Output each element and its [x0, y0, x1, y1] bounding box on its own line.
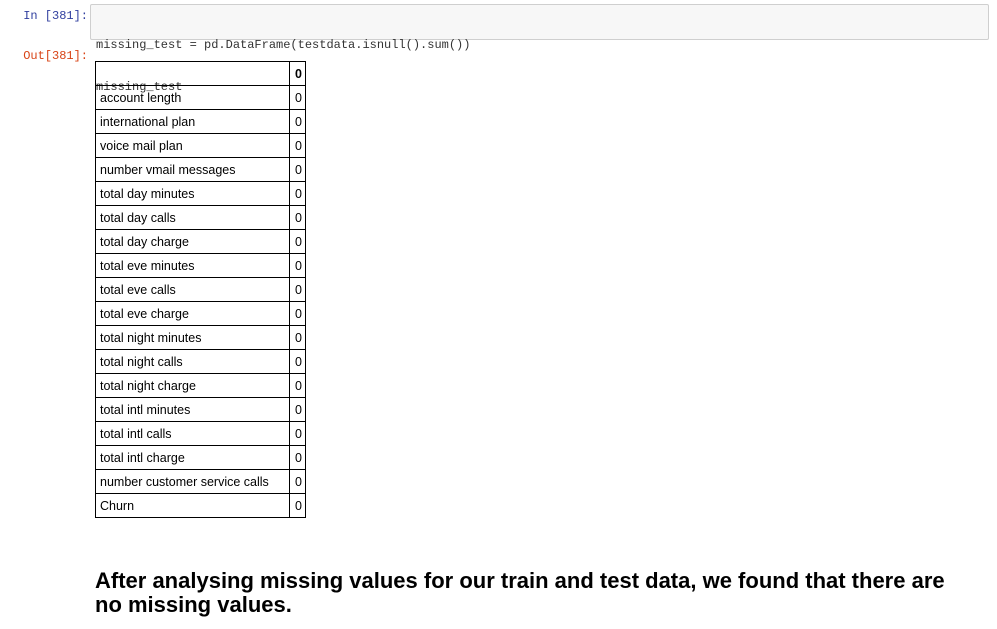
row-index-label: account length [95, 85, 290, 110]
code-cell-editor[interactable]: missing_test = pd.DataFrame(testdata.isn… [90, 4, 989, 94]
row-value-cell: 0 [289, 109, 306, 134]
markdown-conclusion-text: After analysing missing values for our t… [95, 568, 945, 617]
table-row: total day calls 0 [95, 205, 306, 230]
row-value-cell: 0 [289, 85, 306, 110]
output-prompt: Out[381]: [23, 49, 88, 63]
row-value-cell: 0 [289, 253, 306, 278]
row-index-label: total eve charge [95, 301, 290, 326]
row-value-cell: 0 [289, 397, 306, 422]
row-index-label: total intl minutes [95, 397, 290, 422]
column-header-cell: 0 [289, 61, 306, 86]
table-row: total intl minutes 0 [95, 397, 306, 422]
row-value-cell: 0 [289, 229, 306, 254]
table-row: Churn 0 [95, 493, 306, 518]
row-index-label: number vmail messages [95, 157, 290, 182]
table-row: international plan 0 [95, 109, 306, 134]
row-index-label: total day minutes [95, 181, 290, 206]
row-index-label: Churn [95, 493, 290, 518]
table-row: total day charge 0 [95, 229, 306, 254]
row-value-cell: 0 [289, 133, 306, 158]
row-value-cell: 0 [289, 445, 306, 470]
table-row: total day minutes 0 [95, 181, 306, 206]
table-body: account length 0 international plan 0 voice … [95, 85, 306, 518]
table-row: total eve minutes 0 [95, 253, 306, 278]
row-value-cell: 0 [289, 421, 306, 446]
row-index-label: total eve calls [95, 277, 290, 302]
row-value-cell: 0 [289, 469, 306, 494]
row-value-cell: 0 [289, 493, 306, 518]
row-index-label: number customer service calls [95, 469, 290, 494]
code-line: missing_test = pd.DataFrame(testdata.isn… [96, 38, 471, 52]
row-index-label: total day charge [95, 229, 290, 254]
row-value-cell: 0 [289, 325, 306, 350]
row-index-label: total eve minutes [95, 253, 290, 278]
row-value-cell: 0 [289, 349, 306, 374]
index-header-cell [95, 61, 290, 86]
table-row: total eve charge 0 [95, 301, 306, 326]
row-index-label: voice mail plan [95, 133, 290, 158]
table-row: total eve calls 0 [95, 277, 306, 302]
table-row: number customer service calls 0 [95, 469, 306, 494]
row-value-cell: 0 [289, 277, 306, 302]
table-row: account length 0 [95, 85, 306, 110]
row-index-label: total day calls [95, 205, 290, 230]
table-row: total night charge 0 [95, 373, 306, 398]
table-row: total intl calls 0 [95, 421, 306, 446]
row-index-label: international plan [95, 109, 290, 134]
row-value-cell: 0 [289, 301, 306, 326]
row-index-label: total night calls [95, 349, 290, 374]
row-value-cell: 0 [289, 181, 306, 206]
table-row: total night calls 0 [95, 349, 306, 374]
row-index-label: total night charge [95, 373, 290, 398]
table-header-row: 0 [95, 61, 306, 86]
table-row: number vmail messages 0 [95, 157, 306, 182]
table-row: total night minutes 0 [95, 325, 306, 350]
row-index-label: total intl calls [95, 421, 290, 446]
row-value-cell: 0 [289, 373, 306, 398]
row-value-cell: 0 [289, 157, 306, 182]
table-row: voice mail plan 0 [95, 133, 306, 158]
row-value-cell: 0 [289, 205, 306, 230]
row-index-label: total intl charge [95, 445, 290, 470]
table-row: total intl charge 0 [95, 445, 306, 470]
dataframe-table: 0 account length 0 international plan 0 voic… [95, 61, 306, 518]
input-prompt: In [381]: [23, 9, 88, 23]
row-index-label: total night minutes [95, 325, 290, 350]
